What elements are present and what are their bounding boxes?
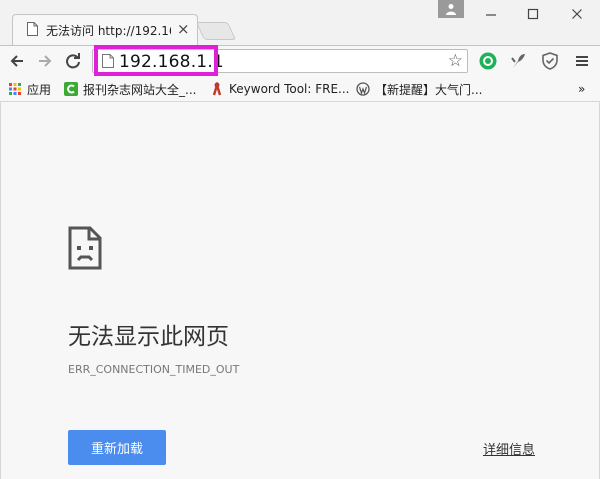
sad-page-icon: [68, 226, 102, 270]
bookmark-reminder[interactable]: 【新提醒】大气门...: [356, 80, 482, 98]
user-profile-icon[interactable]: [438, 0, 464, 18]
back-arrow-icon: [10, 55, 23, 67]
url-text: 192.168.1.1: [119, 52, 224, 72]
hamburger-menu-icon: [576, 56, 588, 66]
bookmark-label: 【新提醒】大气门...: [375, 82, 483, 97]
page-icon: [27, 22, 38, 36]
toolbar: 192.168.1.1 ☆: [0, 45, 600, 78]
close-window-button[interactable]: [562, 0, 592, 28]
shield-icon: [542, 52, 558, 70]
bookmark-label: 报刊杂志网站大全_...: [83, 82, 197, 97]
keyword-tool-icon: [212, 82, 222, 96]
back-button[interactable]: [6, 50, 28, 72]
wordpress-icon: [356, 82, 370, 96]
bookmark-star-icon[interactable]: ☆: [448, 51, 463, 71]
quill-extension-icon: [511, 54, 525, 68]
shield-extension-button[interactable]: [540, 51, 560, 71]
green-extension-button[interactable]: [478, 51, 498, 71]
chrome-menu-button[interactable]: [572, 51, 592, 71]
maximize-icon: [527, 8, 539, 20]
address-bar[interactable]: 192.168.1.1 ☆: [92, 49, 468, 73]
details-link[interactable]: 详细信息: [483, 439, 535, 458]
error-page: 无法显示此网页 ERR_CONNECTION_TIMED_OUT 重新加载 详细…: [0, 102, 600, 479]
reload-toolbar-button[interactable]: [62, 50, 84, 72]
green-c-icon: [64, 82, 78, 96]
quill-extension-button[interactable]: [508, 51, 528, 71]
maximize-button[interactable]: [518, 0, 548, 28]
bookmarks-overflow-button[interactable]: »: [578, 80, 585, 98]
minimize-button[interactable]: [476, 0, 506, 28]
forward-arrow-icon: [39, 55, 52, 67]
chevron-double-right-icon: »: [578, 82, 586, 96]
bookmark-label: 应用: [27, 82, 52, 97]
bookmark-keyword-tool[interactable]: Keyword Tool: FRE...: [210, 80, 350, 98]
bookmark-label: Keyword Tool: FRE...: [229, 82, 350, 96]
tab-strip: 无法访问 http://192.168. ×: [0, 0, 600, 45]
reload-button[interactable]: 重新加载: [68, 430, 166, 465]
user-silhouette-icon: [446, 4, 456, 15]
close-icon: [572, 9, 582, 19]
tab-close-icon[interactable]: ×: [177, 20, 190, 38]
green-circle-extension-icon: [479, 52, 497, 70]
bookmark-magazines[interactable]: 报刊杂志网站大全_...: [64, 80, 196, 98]
bookmark-apps[interactable]: 应用: [8, 80, 51, 98]
active-tab[interactable]: 无法访问 http://192.168. ×: [12, 14, 198, 45]
error-code: ERR_CONNECTION_TIMED_OUT: [68, 363, 240, 376]
minimize-icon: [486, 14, 496, 16]
reload-icon: [66, 53, 80, 69]
forward-button[interactable]: [34, 50, 56, 72]
new-tab-button[interactable]: [195, 22, 237, 40]
browser-window: 无法访问 http://192.168. ×: [0, 0, 600, 479]
apps-grid-icon: [9, 83, 21, 95]
bookmarks-bar: 应用 报刊杂志网站大全_... Keyword Tool: FRE... 【新提…: [0, 77, 600, 102]
error-title: 无法显示此网页: [68, 324, 229, 350]
page-icon: [102, 54, 114, 68]
tab-title: 无法访问 http://192.168.: [46, 24, 171, 38]
